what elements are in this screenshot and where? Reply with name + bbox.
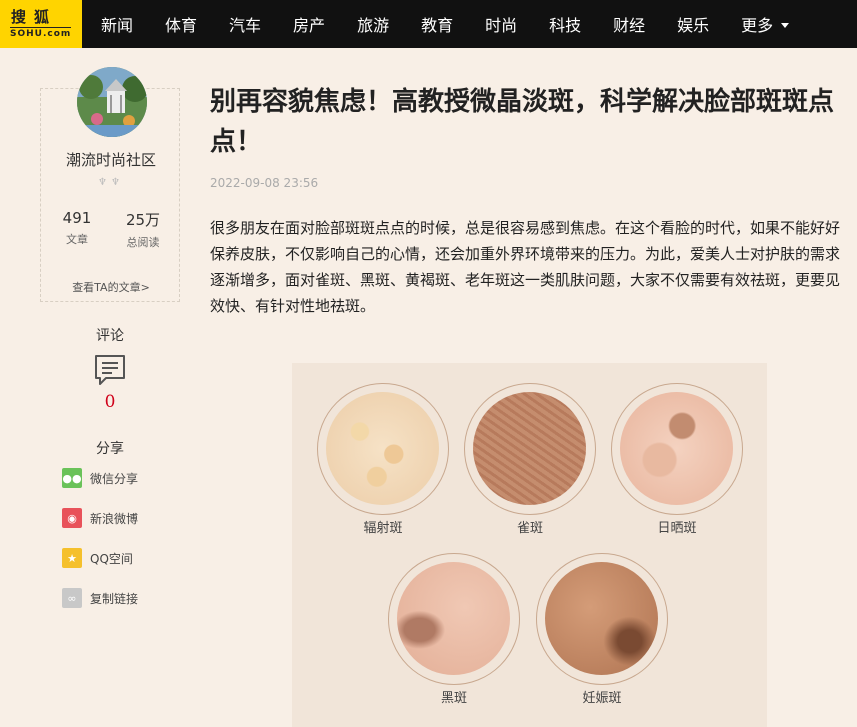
share-weibo-label: 新浪微博 bbox=[90, 511, 139, 526]
label-darkspot: 黑斑 bbox=[440, 691, 467, 706]
nav-item-sports[interactable]: 体育 bbox=[165, 12, 197, 36]
author-badge-icons: ♆♆ bbox=[98, 177, 124, 188]
logo-text-cn: 搜狐 bbox=[11, 8, 58, 26]
article-paragraph: 很多朋友在面对脸部斑斑点点的时候，总是很容易感到焦虑。在这个看脸的时代，如果不能… bbox=[210, 219, 841, 315]
share-wechat-label: 微信分享 bbox=[90, 471, 139, 486]
nav-more-label: 更多 bbox=[741, 16, 774, 35]
copy-link-button[interactable]: ∞ 复制链接 bbox=[62, 588, 138, 608]
main-nav: 新闻 体育 汽车 房产 旅游 教育 时尚 科技 财经 娱乐 更多 bbox=[101, 0, 821, 48]
share-qzone-label: QQ空间 bbox=[90, 551, 133, 566]
wechat-icon: ●● bbox=[62, 468, 82, 488]
share-wechat-button[interactable]: ●● 微信分享 bbox=[62, 468, 138, 488]
label-sunspot: 日晒斑 bbox=[657, 521, 697, 536]
nav-item-entertainment[interactable]: 娱乐 bbox=[677, 12, 709, 36]
avatar[interactable] bbox=[77, 67, 147, 137]
share-qzone-button[interactable]: ★ QQ空间 bbox=[62, 548, 133, 568]
logo-text-en: SOHU.com bbox=[10, 27, 72, 39]
sohu-logo[interactable]: 搜狐 SOHU.com bbox=[0, 0, 82, 48]
nav-item-finance[interactable]: 财经 bbox=[613, 12, 645, 36]
nav-item-news[interactable]: 新闻 bbox=[101, 12, 133, 36]
articles-count: 491 bbox=[62, 209, 92, 227]
nav-item-auto[interactable]: 汽车 bbox=[229, 12, 261, 36]
reads-label: 总阅读 bbox=[126, 236, 160, 249]
nav-item-travel[interactable]: 旅游 bbox=[357, 12, 389, 36]
nav-item-tech[interactable]: 科技 bbox=[549, 12, 581, 36]
label-radiation-spot: 辐射斑 bbox=[363, 521, 403, 536]
skin-circle-darkspot bbox=[388, 553, 520, 685]
author-name[interactable]: 潮流时尚社区 bbox=[41, 149, 181, 170]
article-title: 别再容貌焦虑！高教授微晶淡斑，科学解决脸部斑斑点点！ bbox=[210, 87, 835, 157]
nav-item-education[interactable]: 教育 bbox=[421, 12, 453, 36]
view-author-articles-link[interactable]: 查看TA的文章> bbox=[41, 279, 181, 295]
nav-item-fashion[interactable]: 时尚 bbox=[485, 12, 517, 36]
label-pregnancy-spot: 妊娠斑 bbox=[582, 691, 622, 706]
skin-circle-freckle bbox=[464, 383, 596, 515]
nav-more-dropdown[interactable]: 更多 bbox=[741, 12, 790, 36]
top-navigation-bar: 搜狐 SOHU.com 新闻 体育 汽车 房产 旅游 教育 时尚 科技 财经 娱… bbox=[0, 0, 857, 48]
weibo-icon: ◉ bbox=[62, 508, 82, 528]
qzone-icon: ★ bbox=[62, 548, 82, 568]
comment-label: 评论 bbox=[96, 328, 124, 344]
reads-stat: 25万 总阅读 bbox=[113, 209, 173, 250]
nav-item-realestate[interactable]: 房产 bbox=[293, 12, 325, 36]
chevron-down-icon bbox=[781, 22, 790, 28]
link-icon: ∞ bbox=[62, 588, 82, 608]
author-card: 潮流时尚社区 ♆♆ 491 文章 25万 总阅读 查看TA的文章> bbox=[40, 67, 181, 302]
share-weibo-button[interactable]: ◉ 新浪微博 bbox=[62, 508, 138, 528]
skin-circle-pregnancy bbox=[536, 553, 668, 685]
comment-icon[interactable] bbox=[94, 354, 126, 386]
skin-circle-sunspot bbox=[611, 383, 743, 515]
reads-count: 25万 bbox=[125, 211, 161, 229]
skin-spots-figure: 辐射斑 雀斑 日晒斑 黑斑 妊娠斑 bbox=[292, 363, 767, 727]
label-freckle: 雀斑 bbox=[516, 521, 543, 536]
articles-label: 文章 bbox=[66, 233, 88, 246]
article-date: 2022-09-08 23:56 bbox=[210, 176, 319, 190]
skin-circle-radiation bbox=[317, 383, 449, 515]
articles-stat: 491 文章 bbox=[47, 209, 107, 247]
share-label: 分享 bbox=[96, 441, 124, 457]
comment-count[interactable]: 0 bbox=[40, 392, 180, 412]
copy-link-label: 复制链接 bbox=[90, 591, 139, 606]
